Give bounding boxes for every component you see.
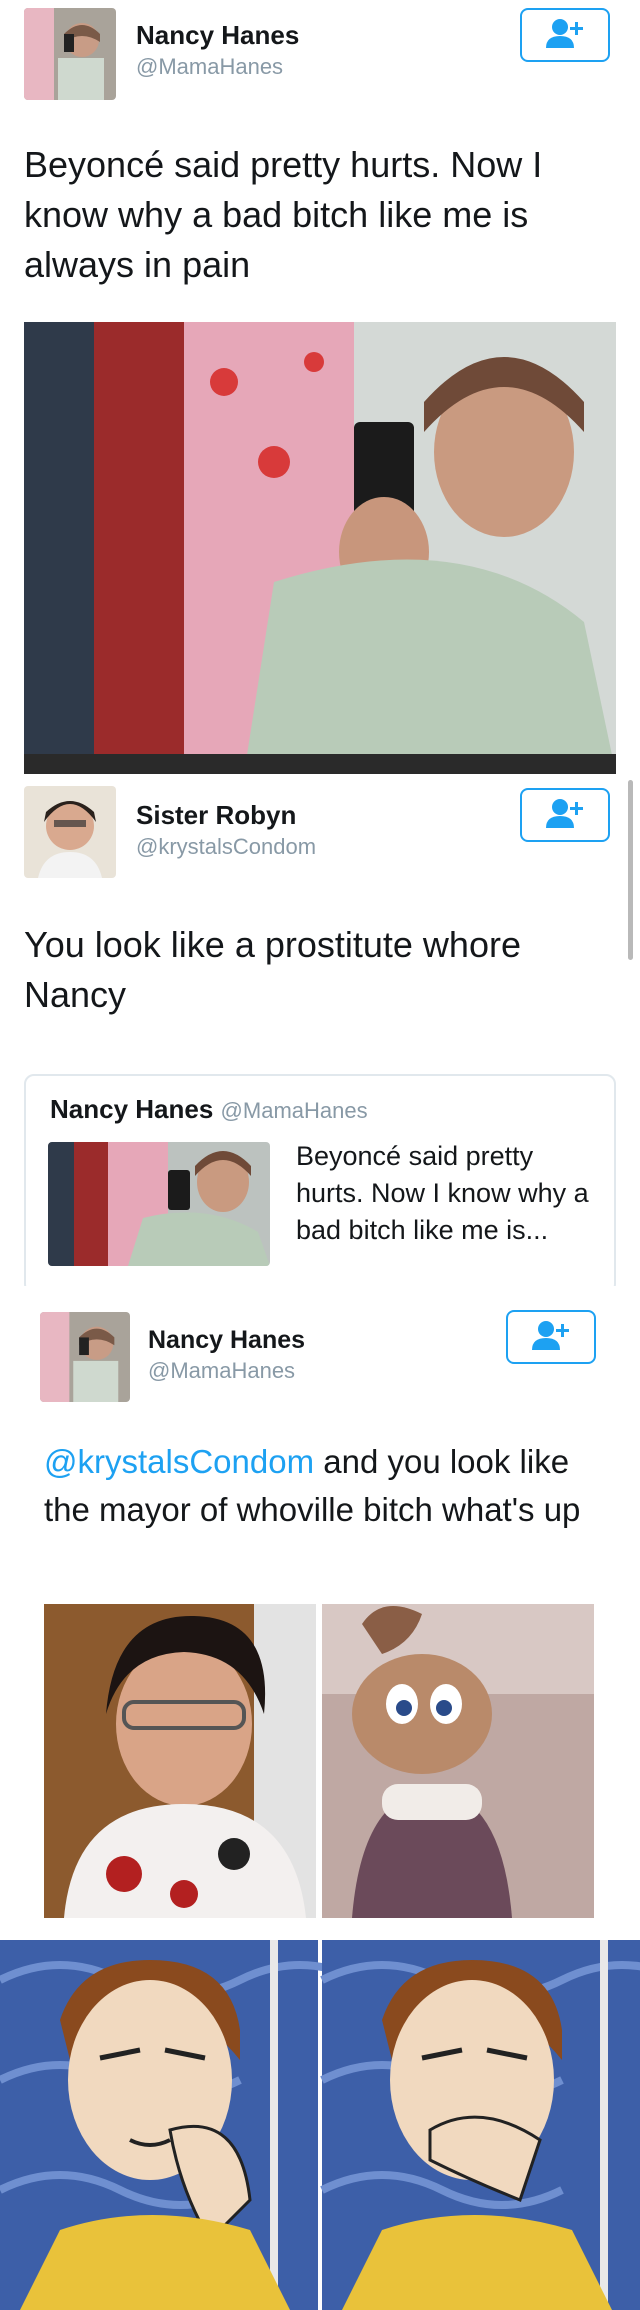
tweet-card-2: Sister Robyn @krystalsCondom You look li… xyxy=(0,776,640,1294)
quoted-text: Beyoncé said pretty hurts. Now I know wh… xyxy=(296,1141,589,1245)
tweet-card-1: Nancy Hanes @MamaHanes Beyoncé said pret… xyxy=(0,0,640,790)
author-handle[interactable]: @MamaHanes xyxy=(136,54,283,80)
avatar[interactable] xyxy=(24,786,116,878)
author-name[interactable]: Sister Robyn xyxy=(136,800,296,831)
quoted-author-handle: @MamaHanes xyxy=(220,1098,368,1123)
reaction-comic xyxy=(0,1940,640,2310)
add-user-icon xyxy=(544,18,586,53)
add-user-icon xyxy=(530,1320,572,1355)
author-handle[interactable]: @krystalsCondom xyxy=(136,834,316,860)
author-name[interactable]: Nancy Hanes xyxy=(136,20,299,51)
quoted-photo xyxy=(48,1142,270,1266)
scrollbar[interactable] xyxy=(628,780,633,960)
follow-button[interactable] xyxy=(520,788,610,842)
quoted-author-name: Nancy Hanes xyxy=(50,1094,214,1124)
mention-link[interactable]: @krystalsCondom xyxy=(44,1443,314,1480)
tweet-photo[interactable] xyxy=(24,322,616,774)
author-handle[interactable]: @MamaHanes xyxy=(148,1358,295,1384)
tweet-text: You look like a prostitute whore Nancy xyxy=(24,924,521,1015)
quoted-tweet[interactable]: Nancy Hanes @MamaHanes Beyoncé said pret… xyxy=(24,1074,616,1294)
author-name[interactable]: Nancy Hanes xyxy=(148,1326,305,1355)
avatar[interactable] xyxy=(40,1312,130,1402)
add-user-icon xyxy=(544,798,586,833)
tweet-card-3: Nancy Hanes @MamaHanes @krystalsCondom a… xyxy=(0,1286,640,1952)
tweet-text: Beyoncé said pretty hurts. Now I know wh… xyxy=(24,144,543,285)
tweet-photo-1[interactable] xyxy=(44,1604,316,1918)
follow-button[interactable] xyxy=(506,1310,596,1364)
tweet-text: @krystalsCondom and you look like the ma… xyxy=(44,1438,584,1534)
tweet-photo-2[interactable] xyxy=(322,1604,594,1918)
avatar[interactable] xyxy=(24,8,116,100)
quoted-author: Nancy Hanes @MamaHanes xyxy=(50,1094,368,1125)
follow-button[interactable] xyxy=(520,8,610,62)
